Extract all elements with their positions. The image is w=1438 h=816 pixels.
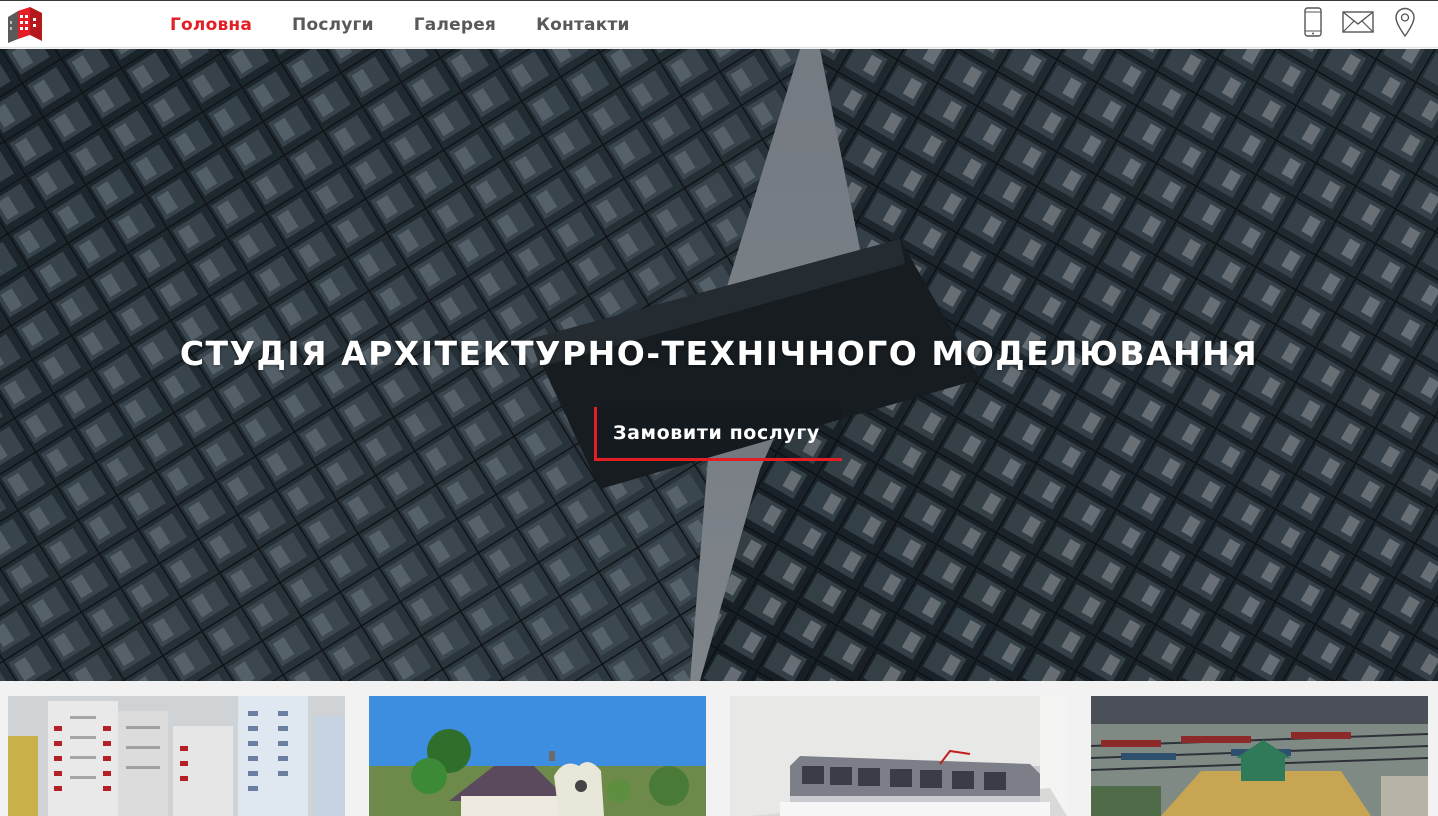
site-header: Головна Послуги Галерея Контакти (0, 0, 1438, 48)
gallery-thumb-high-rise[interactable] (8, 696, 345, 816)
phone-icon[interactable] (1304, 7, 1322, 41)
main-nav: Головна Послуги Галерея Контакти (170, 1, 670, 49)
location-pin-icon[interactable] (1394, 7, 1416, 41)
gallery-thumb-tram[interactable] (730, 696, 1067, 816)
mail-icon[interactable] (1342, 11, 1374, 37)
hero-banner: СТУДІЯ АРХІТЕКТУРНО-ТЕХНІЧНОГО МОДЕЛЮВАН… (0, 49, 1438, 681)
nav-item-gallery[interactable]: Галерея (414, 15, 496, 35)
nav-item-contacts[interactable]: Контакти (536, 15, 630, 35)
order-service-button[interactable]: Замовити послугу (594, 407, 842, 461)
contact-icons (1284, 7, 1416, 41)
logo-icon[interactable] (6, 5, 46, 45)
hero-title: СТУДІЯ АРХІТЕКТУРНО-ТЕХНІЧНОГО МОДЕЛЮВАН… (179, 334, 1259, 373)
nav-item-home[interactable]: Головна (170, 15, 252, 35)
gallery-thumb-house[interactable] (369, 696, 706, 816)
gallery-strip (0, 681, 1438, 816)
nav-item-services[interactable]: Послуги (292, 15, 374, 35)
gallery-thumb-railway-station[interactable] (1091, 696, 1428, 816)
